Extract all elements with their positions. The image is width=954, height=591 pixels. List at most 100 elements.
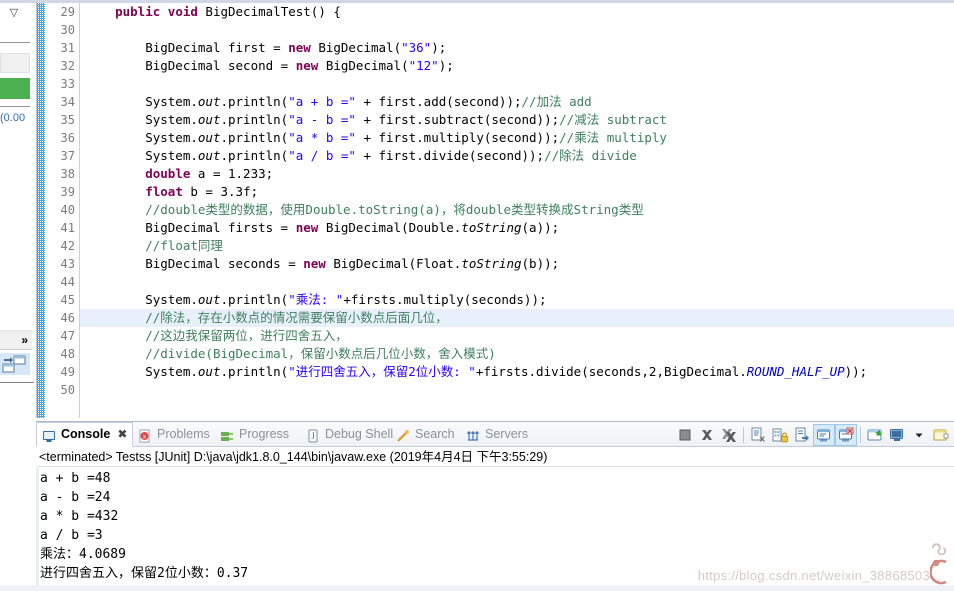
open-console-button[interactable] — [864, 424, 886, 446]
watermark-logo-small-icon — [932, 543, 946, 555]
divider — [0, 382, 34, 383]
code-token: new — [288, 40, 311, 55]
code-line[interactable]: System.out.println("进行四舍五入，保留2位小数: "+fir… — [81, 363, 954, 381]
console-view: Console ✖ x Problems Progress J Debug Shell Sea… — [36, 421, 954, 591]
code-line[interactable] — [81, 75, 954, 93]
code-token: +firsts.divide(seconds,2,BigDecimal. — [475, 364, 747, 379]
code-line[interactable]: System.out.println("a - b =" + first.sub… — [81, 111, 954, 129]
display-console-icon — [817, 429, 830, 441]
code-token: a = 1.233; — [190, 166, 274, 181]
servers-icon — [466, 427, 482, 443]
terminate-icon — [679, 429, 691, 440]
code-token: ROUND_HALF_UP — [746, 364, 845, 379]
console-tab-debug-shell[interactable]: J Debug Shell — [301, 422, 400, 447]
code-line[interactable]: System.out.println("乘法: "+firsts.multipl… — [81, 291, 954, 309]
code-token: "乘法: " — [288, 292, 344, 307]
code-area[interactable]: public void BigDecimalTest() { BigDecima… — [81, 3, 954, 418]
show-console-button[interactable] — [813, 423, 835, 446]
console-menu-button[interactable] — [908, 424, 930, 446]
line-number: 35 — [60, 113, 75, 127]
remove-launch-button[interactable] — [696, 424, 718, 446]
console-output-line: a * b =432 — [40, 509, 119, 524]
console-tab-label: Servers — [485, 427, 529, 441]
display-selected-console-button[interactable] — [886, 424, 908, 446]
code-token: "进行四舍五入，保留2位小数: " — [288, 364, 476, 379]
console-output[interactable]: a + b =48 a - b =24 a * b =432 a / b =3 乘法：4… — [36, 467, 954, 583]
code-token: //divide(BigDecimal，保留小数点后几位小数，舍入模式) — [145, 346, 496, 361]
code-token: System. — [85, 130, 198, 145]
code-line[interactable]: float b = 3.3f; — [81, 183, 954, 201]
remove-all-terminated-button[interactable] — [718, 424, 740, 446]
line-number: 49 — [60, 365, 75, 379]
code-line[interactable]: BigDecimal second = new BigDecimal("12")… — [81, 57, 954, 75]
code-line[interactable]: System.out.println("a + b =" + first.add… — [81, 93, 954, 111]
console-tab-search[interactable]: Search — [391, 422, 462, 447]
close-tab-icon[interactable]: ✖ — [117, 422, 127, 447]
code-token: out — [197, 292, 221, 307]
eclipse-ide-window: ▽ (0.00 » 29 30 31 32 33 34 35 36 37 38 39 40 41 42 43… — [0, 0, 954, 591]
collapse-chevron-icon[interactable]: ▽ — [5, 6, 23, 20]
code-line[interactable]: System.out.println("a * b =" + first.mul… — [81, 129, 954, 147]
console-tab-label: Search — [415, 427, 455, 441]
code-line[interactable]: //float同理 — [81, 237, 954, 255]
new-console-view-button[interactable] — [930, 424, 952, 446]
line-number: 42 — [60, 239, 75, 253]
code-token: //减法 subtract — [559, 112, 667, 127]
remove-all-x-icon — [722, 428, 736, 442]
code-token: void — [167, 4, 198, 19]
code-token: out — [197, 130, 221, 145]
code-line[interactable] — [81, 381, 954, 399]
view-layout-icon[interactable] — [0, 353, 30, 375]
code-token: public — [115, 4, 161, 19]
console-tab-servers[interactable]: Servers — [461, 422, 535, 447]
svg-text:x: x — [143, 434, 146, 440]
code-line[interactable]: public void BigDecimalTest() { — [81, 3, 954, 21]
console-toolbar — [674, 422, 954, 447]
pin-console-button[interactable] — [835, 423, 857, 446]
console-output-line: 进行四舍五入，保留2位小数：0.37 — [40, 566, 249, 581]
console-tab-label: Debug Shell — [325, 427, 394, 441]
terminate-button[interactable] — [674, 424, 696, 446]
code-token: System. — [85, 112, 198, 127]
code-token: BigDecimal(Float. — [325, 256, 462, 271]
code-line[interactable]: //divide(BigDecimal，保留小数点后几位小数，舍入模式) — [81, 345, 954, 363]
console-tab-problems[interactable]: x Problems — [133, 422, 217, 447]
code-token: .println( — [220, 130, 289, 145]
clear-console-button[interactable] — [747, 424, 769, 446]
code-token: b = 3.3f; — [182, 184, 259, 199]
code-line[interactable]: BigDecimal firsts = new BigDecimal(Doubl… — [81, 219, 954, 237]
monitor-icon — [890, 428, 903, 441]
code-token: BigDecimal firsts = — [85, 220, 296, 235]
java-source-editor[interactable]: 29 30 31 32 33 34 35 36 37 38 39 40 41 42 43 44 45 46 47 48… — [36, 0, 954, 418]
code-token: System. — [85, 364, 198, 379]
code-line[interactable]: //double类型的数据，使用Double.toString(a)，将doub… — [81, 201, 954, 219]
line-number: 31 — [60, 41, 75, 55]
console-tab-progress[interactable]: Progress — [215, 422, 296, 447]
word-wrap-button[interactable] — [791, 424, 813, 446]
code-token: "a - b =" — [288, 112, 356, 127]
junit-pass-bar — [0, 78, 30, 99]
console-tab-console[interactable]: Console ✖ — [36, 422, 134, 447]
junit-view-panel: ▽ (0.00 » — [0, 0, 36, 420]
line-number: 45 — [60, 293, 75, 307]
code-line[interactable] — [81, 273, 954, 291]
chevron-down-icon — [915, 433, 923, 437]
code-line[interactable]: double a = 1.233; — [81, 165, 954, 183]
code-line[interactable]: //这边我保留两位，进行四舍五入， — [81, 327, 954, 345]
code-line[interactable] — [81, 21, 954, 39]
code-line[interactable]: //除法，存在小数点的情况需要保留小数点后面几位， — [81, 309, 954, 327]
debug-shell-icon: J — [306, 427, 322, 443]
code-line[interactable]: BigDecimal first = new BigDecimal("36"); — [81, 39, 954, 57]
code-line[interactable]: System.out.println("a / b =" + first.div… — [81, 147, 954, 165]
code-token: .println( — [220, 364, 289, 379]
scroll-lock-button[interactable] — [769, 424, 791, 446]
code-token: first — [228, 40, 266, 55]
code-token: ); — [431, 40, 447, 55]
console-tab-label: Progress — [239, 427, 290, 441]
expand-panel-button[interactable]: » — [0, 330, 32, 350]
code-line[interactable]: BigDecimal seconds = new BigDecimal(Floa… — [81, 255, 954, 273]
code-token: = — [265, 40, 289, 55]
